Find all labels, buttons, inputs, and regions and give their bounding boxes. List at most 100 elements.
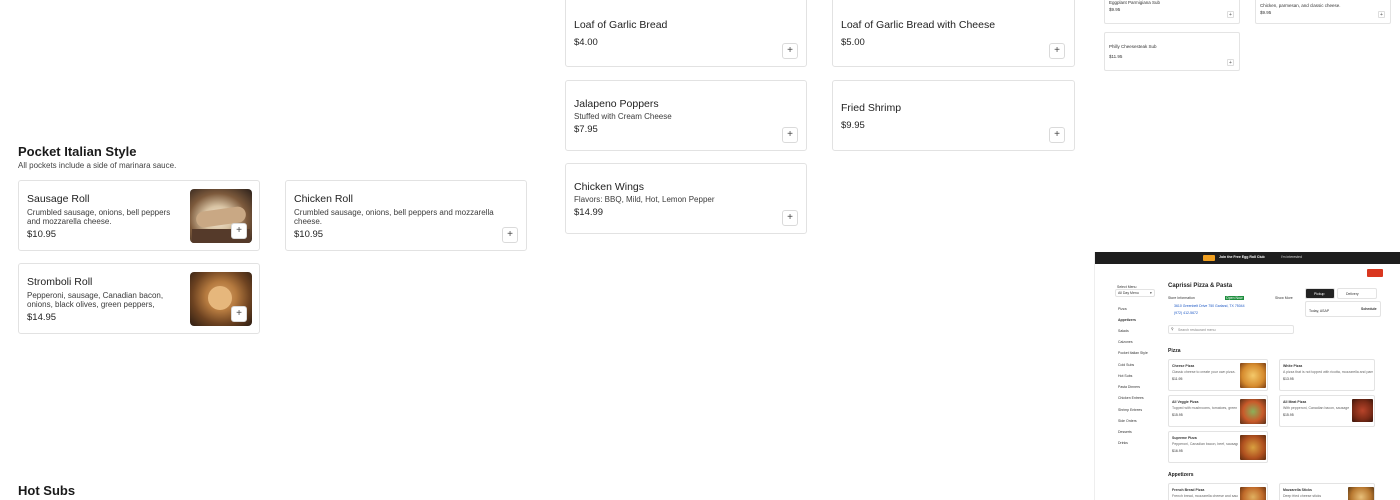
search-icon: ⚲ bbox=[1171, 327, 1174, 331]
category-link[interactable]: Pocket Italian Style bbox=[1118, 351, 1148, 355]
plus-icon: + bbox=[1229, 59, 1232, 66]
category-link[interactable]: Calzones bbox=[1118, 340, 1133, 344]
store-info-label: Store Information bbox=[1168, 296, 1195, 300]
item-image bbox=[1240, 487, 1266, 500]
promo-banner[interactable]: Join the Free Egg Roll Club I'm interest… bbox=[1095, 252, 1400, 264]
menu-item-card[interactable]: Loaf of Garlic Bread with Cheese $5.00 + bbox=[832, 0, 1075, 67]
add-item-button[interactable]: + bbox=[782, 210, 798, 226]
item-name: Chicken Wings bbox=[574, 181, 645, 193]
schedule-button[interactable]: Schedule bbox=[1361, 307, 1377, 311]
embedded-restaurant-page: Join the Free Egg Roll Club I'm interest… bbox=[1094, 252, 1400, 500]
menu-item-card[interactable]: Chicken Roll Crumbled sausage, onions, b… bbox=[285, 180, 527, 251]
item-price: $9.95 bbox=[841, 120, 865, 131]
category-link[interactable]: Chicken Entrees bbox=[1118, 396, 1144, 400]
plus-icon: + bbox=[1380, 11, 1383, 18]
search-input[interactable]: ⚲ Search restaurant menu bbox=[1168, 325, 1294, 334]
item-description: Stuffed with Cream Cheese bbox=[574, 112, 672, 121]
item-image bbox=[1348, 487, 1374, 500]
banner-text: Join the Free Egg Roll Club bbox=[1219, 255, 1265, 259]
menu-page: Loaf of Garlic Bread $4.00 + Loaf of Gar… bbox=[0, 0, 1400, 500]
category-link[interactable]: Salads bbox=[1118, 329, 1129, 333]
item-name: Loaf of Garlic Bread with Cheese bbox=[841, 19, 996, 31]
plus-icon: + bbox=[1054, 45, 1060, 56]
item-price: $14.95 bbox=[27, 312, 57, 323]
menu-item-card[interactable]: Fried Shrimp $9.95 + bbox=[832, 80, 1075, 151]
item-image bbox=[1240, 399, 1266, 424]
item-image bbox=[1352, 399, 1373, 422]
item-price: $7.95 bbox=[574, 124, 598, 135]
plus-icon: + bbox=[236, 308, 242, 319]
item-price: $10.95 bbox=[294, 229, 324, 240]
category-link[interactable]: Appetizers bbox=[1118, 318, 1136, 322]
address-text[interactable]: 3610 Greenbelt Drive 750 Garland, TX 750… bbox=[1174, 304, 1245, 308]
pizza-card[interactable]: Supreme Pizza Pepperoni, Canadian bacon,… bbox=[1168, 431, 1268, 463]
item-name: Stromboli Roll bbox=[27, 276, 93, 288]
item-price: $10.95 bbox=[27, 229, 57, 240]
pizza-card[interactable]: Cheese Pizza Classic cheese to create yo… bbox=[1168, 359, 1268, 391]
pizza-card[interactable]: All Meat Pizza With pepperoni, Canadian … bbox=[1279, 395, 1375, 427]
category-link[interactable]: Desserts bbox=[1118, 430, 1132, 434]
item-image bbox=[1240, 363, 1266, 388]
add-item-button[interactable]: + bbox=[782, 127, 798, 143]
show-more-link[interactable]: Show More bbox=[1275, 296, 1293, 300]
add-item-button[interactable]: + bbox=[1049, 43, 1065, 59]
section-title: Pocket Italian Style bbox=[18, 144, 137, 159]
category-link[interactable]: Pizza bbox=[1118, 307, 1127, 311]
section-title: Hot Subs bbox=[18, 483, 76, 498]
menu-item-card[interactable]: Chicken Wings Flavors: BBQ, Mild, Hot, L… bbox=[565, 163, 807, 234]
mini-item-name: Chicken, parmesan, and classic cheese. bbox=[1260, 3, 1341, 8]
cart-button[interactable] bbox=[1367, 269, 1383, 277]
menu-select[interactable]: All Day Menu ▾ bbox=[1115, 289, 1155, 297]
pickup-button[interactable]: Pickup bbox=[1305, 288, 1335, 299]
restaurant-name: Caprissi Pizza & Pasta bbox=[1168, 283, 1233, 289]
menu-item-card[interactable]: Sausage Roll Crumbled sausage, onions, b… bbox=[18, 180, 260, 251]
plus-icon: + bbox=[787, 45, 793, 56]
item-description: and mozzarella cheese. bbox=[27, 217, 112, 226]
category-link[interactable]: Pasta Dinners bbox=[1118, 385, 1140, 389]
open-badge: Open Now bbox=[1225, 296, 1244, 300]
item-name: Fried Shrimp bbox=[841, 102, 902, 114]
menu-item-card[interactable]: Loaf of Garlic Bread $4.00 + bbox=[565, 0, 807, 67]
item-price: $14.99 bbox=[574, 207, 604, 218]
item-name: Chicken Roll bbox=[294, 193, 353, 205]
add-item-button[interactable]: + bbox=[1227, 59, 1234, 66]
plus-icon: + bbox=[787, 129, 793, 140]
mini-item-name: Philly Cheesesteak Sub bbox=[1109, 44, 1157, 49]
appetizer-card[interactable]: Mozzarella Sticks Deep fried cheese stic… bbox=[1279, 483, 1375, 500]
add-item-button[interactable]: + bbox=[502, 227, 518, 243]
delivery-button[interactable]: Delivery bbox=[1337, 288, 1377, 299]
category-link[interactable]: Cold Subs bbox=[1118, 363, 1134, 367]
pizza-card[interactable]: All Veggie Pizza Topped with mushrooms, … bbox=[1168, 395, 1268, 427]
category-link[interactable]: Drinks bbox=[1118, 441, 1128, 445]
item-name: Loaf of Garlic Bread bbox=[574, 19, 668, 31]
appetizers-heading: Appetizers bbox=[1168, 472, 1194, 478]
category-link[interactable]: Hot Subs bbox=[1118, 374, 1132, 378]
plus-icon: + bbox=[236, 225, 242, 236]
mini-item-price: $11.95 bbox=[1109, 54, 1123, 59]
banner-cta[interactable]: I'm interested bbox=[1281, 255, 1302, 259]
mini-menu-card[interactable]: Eggplant Parmigiana Sub $9.95 + bbox=[1104, 0, 1240, 24]
pickup-time-box[interactable]: Today, ASAP Schedule bbox=[1305, 301, 1381, 317]
item-description: onions, black olives, green peppers, bbox=[27, 300, 155, 309]
plus-icon: + bbox=[507, 229, 513, 240]
add-item-button[interactable]: + bbox=[231, 306, 247, 322]
category-link[interactable]: Shrimp Entrees bbox=[1118, 408, 1142, 412]
pizza-card[interactable]: White Pizza A pizza that is not topped w… bbox=[1279, 359, 1375, 391]
item-description: Crumbled sausage, onions, bell peppers a… bbox=[294, 208, 494, 217]
add-item-button[interactable]: + bbox=[1378, 11, 1385, 18]
plus-icon: + bbox=[1229, 11, 1232, 18]
item-price: $5.00 bbox=[841, 37, 865, 48]
mini-menu-card[interactable]: Philly Cheesesteak Sub $11.95 + bbox=[1104, 32, 1240, 71]
item-price: $4.00 bbox=[574, 37, 598, 48]
add-item-button[interactable]: + bbox=[1227, 11, 1234, 18]
phone-text[interactable]: (972) 412-5672 bbox=[1174, 311, 1198, 315]
add-item-button[interactable]: + bbox=[782, 43, 798, 59]
category-link[interactable]: Side Orders bbox=[1118, 419, 1137, 423]
appetizer-card[interactable]: French Bread Pizza French bread, mozzare… bbox=[1168, 483, 1268, 500]
menu-item-card[interactable]: Stromboli Roll Pepperoni, sausage, Canad… bbox=[18, 263, 260, 334]
mini-menu-card[interactable]: Chicken, parmesan, and classic cheese. $… bbox=[1255, 0, 1391, 24]
menu-item-card[interactable]: Jalapeno Poppers Stuffed with Cream Chee… bbox=[565, 80, 807, 151]
add-item-button[interactable]: + bbox=[231, 223, 247, 239]
add-item-button[interactable]: + bbox=[1049, 127, 1065, 143]
item-image bbox=[1240, 435, 1266, 460]
